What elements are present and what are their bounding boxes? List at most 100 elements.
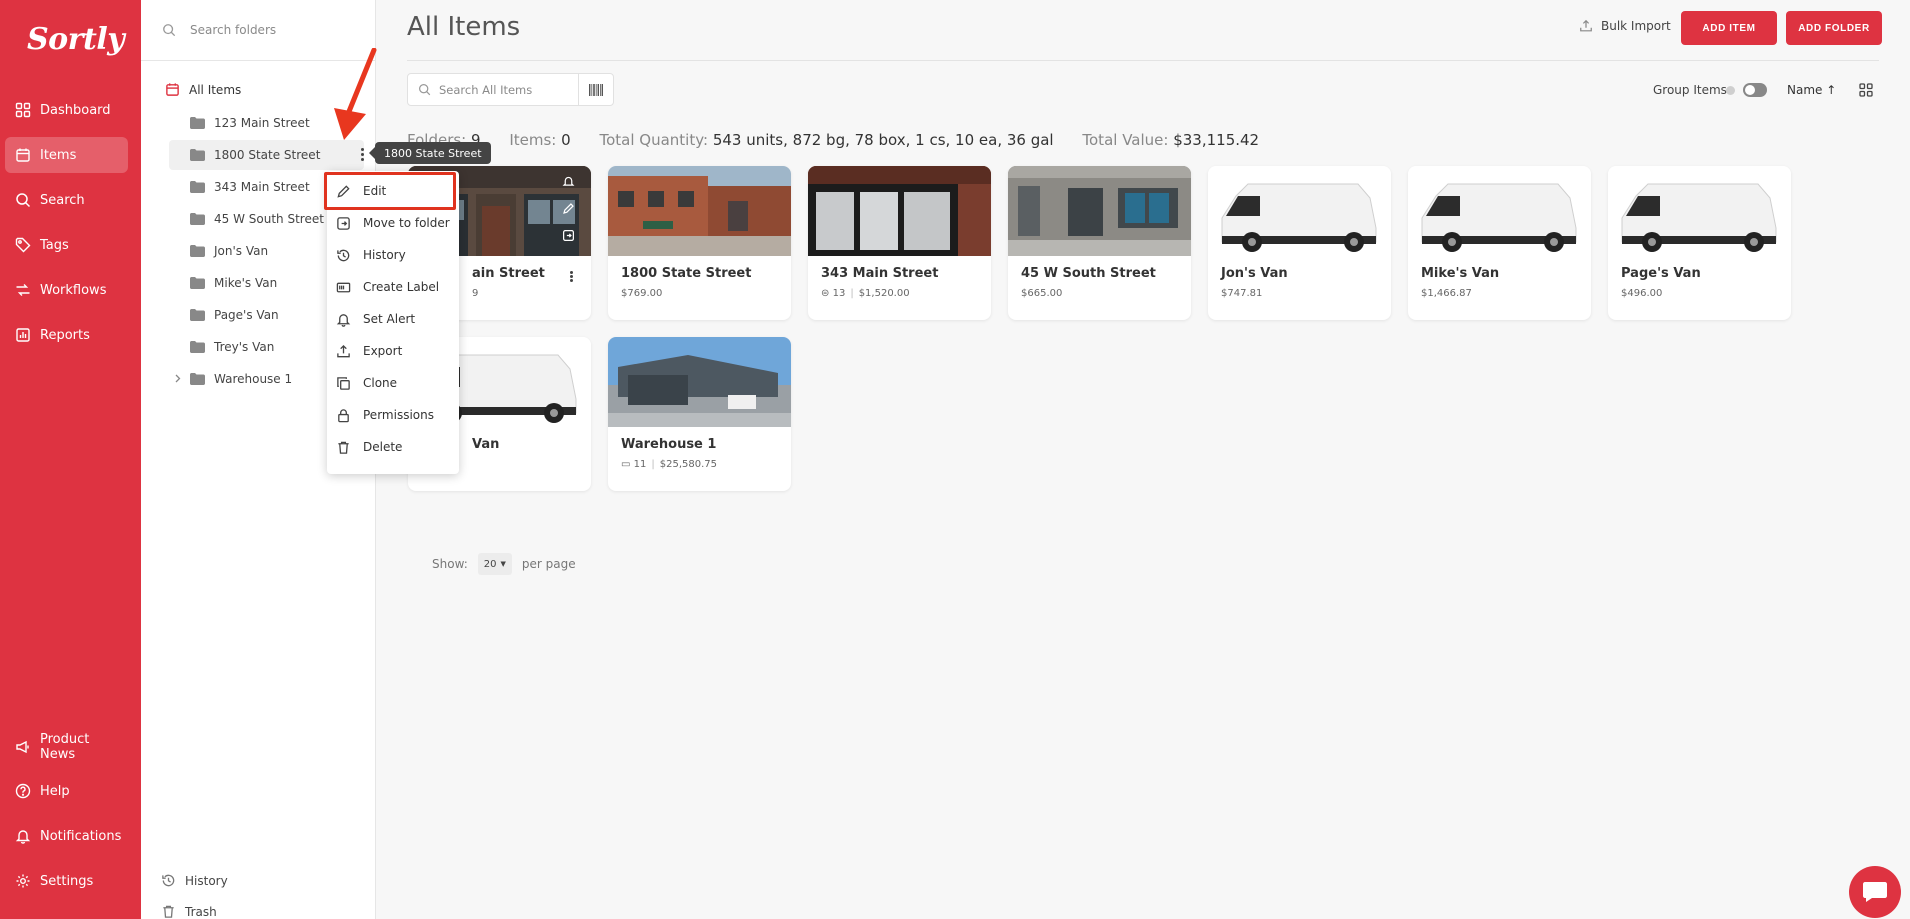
tree-all-items-label: All Items: [189, 82, 242, 97]
folder-more-button[interactable]: [359, 146, 365, 164]
grid-view-icon[interactable]: [1859, 83, 1873, 97]
lock-icon: [338, 408, 349, 422]
alert-bell-icon[interactable]: [559, 172, 577, 190]
menu-set-alert-label: Set Alert: [363, 312, 416, 326]
help-icon: [15, 783, 31, 799]
history-icon: [337, 249, 350, 261]
folder-icon: [190, 181, 205, 193]
chat-button[interactable]: [1849, 866, 1901, 918]
tree-folder-label: Jon's Van: [214, 244, 269, 258]
total-value-label: Total Value:: [1082, 131, 1169, 149]
nav-product-news[interactable]: Product News: [5, 729, 128, 765]
nav-items[interactable]: Items: [5, 137, 128, 173]
nav-settings[interactable]: Settings: [5, 863, 128, 899]
bulk-import-label: Bulk Import: [1601, 19, 1671, 33]
dashboard-icon: [15, 102, 31, 118]
grey-building-image: [1008, 166, 1191, 256]
folder-card[interactable]: Jon's Van $747.81: [1208, 166, 1391, 320]
nav-dashboard[interactable]: Dashboard: [5, 92, 128, 128]
menu-move-to-folder[interactable]: Move to folder: [327, 207, 459, 239]
nav-dashboard-label: Dashboard: [40, 102, 111, 118]
folder-icon: [190, 277, 205, 289]
nav-items-label: Items: [40, 147, 77, 163]
group-items-toggle[interactable]: [1743, 83, 1767, 97]
warehouse-image: [608, 337, 791, 427]
nav-reports[interactable]: Reports: [5, 317, 128, 353]
menu-permissions[interactable]: Permissions: [327, 399, 459, 431]
per-page-select[interactable]: 20 ▼: [477, 553, 512, 575]
nav-product-news-label: Product News: [40, 732, 90, 762]
chevron-right-icon[interactable]: [175, 374, 181, 383]
white-van-image: [1608, 166, 1791, 256]
pencil-icon[interactable]: [559, 199, 577, 217]
brick-building-image: [608, 166, 791, 256]
card-name: Van: [472, 437, 500, 452]
tree-history[interactable]: History: [161, 873, 228, 888]
card-sub: $747.81: [1221, 288, 1263, 299]
chat-icon: [1863, 882, 1887, 902]
menu-clone-label: Clone: [363, 376, 398, 390]
menu-set-alert[interactable]: Set Alert: [327, 303, 459, 335]
tree-folder-label: 1800 State Street: [214, 148, 321, 162]
sort-button[interactable]: Name ↑: [1787, 83, 1836, 97]
move-folder-icon[interactable]: [559, 226, 577, 244]
edit-highlight-box: [324, 172, 456, 210]
upload-icon: [1580, 19, 1592, 32]
folder-card[interactable]: 45 W South Street $665.00: [1008, 166, 1191, 320]
nav-search[interactable]: Search: [5, 182, 128, 218]
menu-export[interactable]: Export: [327, 335, 459, 367]
tree-trash[interactable]: Trash: [161, 904, 217, 919]
folder-icon: [190, 213, 205, 225]
items-count: 0: [561, 131, 571, 149]
nav-notifications[interactable]: Notifications: [5, 818, 128, 854]
tree-history-label: History: [185, 873, 228, 888]
add-item-button[interactable]: ADD ITEM: [1681, 11, 1777, 45]
card-sub: 9: [472, 288, 479, 299]
annotation-arrow-icon: [334, 48, 377, 140]
page-title: All Items: [407, 12, 521, 42]
nav-help[interactable]: Help: [5, 773, 128, 809]
tree-folder-label: Trey's Van: [214, 340, 275, 354]
items-icon: [16, 148, 30, 162]
bulk-import-button[interactable]: Bulk Import: [1579, 19, 1671, 33]
sortly-logo[interactable]: Sortly: [27, 22, 125, 57]
menu-create-label[interactable]: Create Label: [327, 271, 459, 303]
folder-card[interactable]: 343 Main Street ⊜ 13 | $1,520.00: [808, 166, 991, 320]
barcode-scan-button[interactable]: [578, 74, 613, 105]
card-value: $1,520.00: [858, 288, 910, 299]
card-name: 343 Main Street: [821, 266, 939, 281]
label-icon: [336, 282, 351, 292]
items-search-input[interactable]: [439, 82, 564, 97]
folder-card[interactable]: 1800 State Street $769.00: [608, 166, 791, 320]
menu-delete[interactable]: Delete: [327, 431, 459, 463]
menu-clone[interactable]: Clone: [327, 367, 459, 399]
per-page-value: 20: [483, 558, 497, 570]
white-van-image: [1208, 166, 1391, 256]
items-search: [407, 73, 614, 106]
folder-search-input[interactable]: [190, 23, 360, 37]
folder-card[interactable]: Warehouse 1 ▭ 11 | $25,580.75: [608, 337, 791, 491]
show-label: Show:: [432, 557, 468, 571]
search-icon: [419, 84, 431, 96]
nav-tags-label: Tags: [40, 237, 69, 253]
card-name: 45 W South Street: [1021, 266, 1156, 281]
group-items-label: Group Items: [1653, 83, 1727, 97]
nav-tags[interactable]: Tags: [5, 227, 128, 263]
sort-label: Name: [1787, 83, 1823, 97]
card-more-button[interactable]: [568, 270, 574, 286]
tree-all-items[interactable]: All Items: [165, 82, 241, 97]
card-sub: $496.00: [1621, 288, 1663, 299]
folder-icon: [190, 373, 205, 385]
nav-workflows[interactable]: Workflows: [5, 272, 128, 308]
total-quantity: 543 units, 872 bg, 78 box, 1 cs, 10 ea, …: [712, 131, 1054, 149]
folder-card[interactable]: Page's Van $496.00: [1608, 166, 1791, 320]
folder-card[interactable]: Mike's Van $1,466.87: [1408, 166, 1591, 320]
menu-export-label: Export: [363, 344, 403, 358]
menu-create-label-label: Create Label: [363, 280, 440, 294]
card-sub: ▭ 11 | $25,580.75: [621, 459, 718, 470]
add-folder-button[interactable]: ADD FOLDER: [1786, 11, 1882, 45]
tree-folder-selected[interactable]: 1800 State Street: [169, 140, 364, 170]
menu-history[interactable]: History: [327, 239, 459, 271]
nav-settings-label: Settings: [40, 873, 94, 889]
info-icon[interactable]: [1726, 86, 1735, 95]
